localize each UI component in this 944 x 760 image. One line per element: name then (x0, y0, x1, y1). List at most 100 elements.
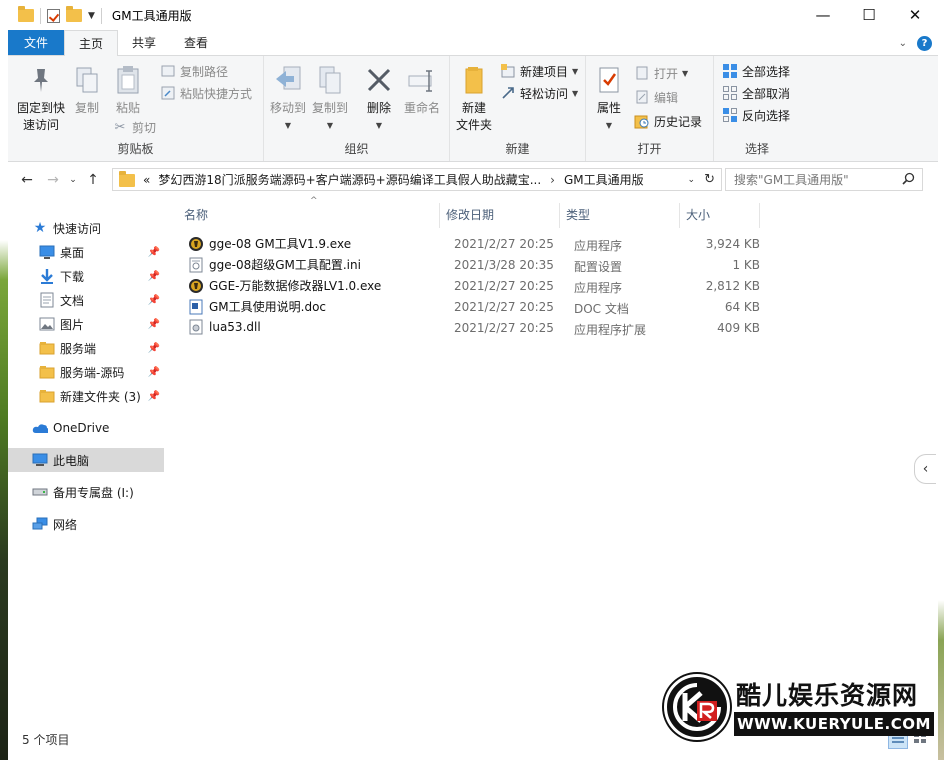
folder-icon (39, 340, 55, 356)
address-overflow[interactable]: « (143, 173, 150, 187)
forward-button[interactable]: → (40, 167, 66, 193)
desktop-icon (39, 244, 55, 260)
pin-icon[interactable]: 📌 (148, 367, 160, 378)
tab-view[interactable]: 查看 (170, 30, 222, 55)
address-dropdown-icon[interactable]: ⌄ (687, 175, 695, 185)
chevron-down-icon: ▼ (605, 121, 613, 130)
nav-this-pc[interactable]: 此电脑 (8, 448, 164, 472)
column-divider[interactable] (759, 203, 760, 228)
search-icon[interactable] (902, 172, 915, 188)
paste-shortcut-label: 粘贴快捷方式 (180, 86, 253, 101)
back-button[interactable]: ← (14, 167, 40, 193)
column-header-size[interactable]: 大小 (686, 203, 756, 225)
customize-toolbar-dropdown-icon[interactable]: ▼ (88, 11, 95, 21)
help-icon[interactable]: ? (917, 36, 932, 51)
edit-button[interactable]: 编辑 (634, 88, 678, 106)
table-row[interactable]: gge-08 GM工具V1.9.exe 2021/2/27 20:25 应用程序… (184, 234, 764, 255)
minimize-button[interactable]: — (800, 0, 846, 30)
cut-label: 剪切 (132, 120, 157, 135)
table-row[interactable]: gge-08超级GM工具配置.ini 2021/3/28 20:35 配置设置 … (184, 255, 764, 276)
rename-icon (406, 64, 438, 96)
file-size: 3,924 KB (705, 237, 760, 251)
address-bar[interactable]: « 梦幻西游18门派服务端源码+客户端源码+源码编译工具假人助战藏宝... › … (112, 168, 722, 191)
network-icon (32, 516, 48, 532)
nav-item-folder-server[interactable]: 服务端 📌 (8, 336, 164, 360)
nav-quick-access[interactable]: ★ 快速访问 (8, 216, 164, 240)
search-input[interactable]: 搜索"GM工具通用版" (725, 168, 923, 191)
pin-icon[interactable]: 📌 (148, 343, 160, 354)
history-button[interactable]: 历史记录 (634, 112, 702, 130)
main-area: ★ 快速访问 桌面 📌 下载 📌 文档 📌 图片 📌 服务端 📌 服务端-源码 … (8, 196, 938, 723)
pin-icon[interactable]: 📌 (148, 247, 160, 258)
nav-item-folder-server-source[interactable]: 服务端-源码 📌 (8, 360, 164, 384)
nav-network[interactable]: 网络 (8, 512, 164, 536)
column-divider[interactable] (559, 203, 560, 228)
breadcrumb-parent[interactable]: 梦幻西游18门派服务端源码+客户端源码+源码编译工具假人助战藏宝... (158, 171, 541, 188)
paste-shortcut-icon (160, 85, 176, 101)
invert-selection-button[interactable]: 反向选择 (722, 106, 790, 124)
up-button[interactable]: ↑ (80, 167, 106, 193)
tab-share[interactable]: 共享 (118, 30, 170, 55)
tab-file[interactable]: 文件 (8, 30, 65, 55)
nav-item-desktop[interactable]: 桌面 📌 (8, 240, 164, 264)
file-name: gge-08 GM工具V1.9.exe (209, 237, 352, 251)
table-row[interactable]: GM工具使用说明.doc 2021/2/27 20:25 DOC 文档 64 K… (184, 297, 764, 318)
delete-button[interactable]: 删除 ▼ (364, 64, 394, 134)
close-button[interactable]: ✕ (892, 0, 938, 30)
nav-item-downloads[interactable]: 下载 📌 (8, 264, 164, 288)
column-header-type[interactable]: 类型 (566, 203, 676, 225)
pin-icon[interactable]: 📌 (148, 271, 160, 282)
pin-icon[interactable]: 📌 (148, 391, 160, 402)
maximize-button[interactable]: ☐ (846, 0, 892, 30)
rename-button[interactable]: 重命名 (402, 64, 442, 117)
open-button[interactable]: 打开 ▼ (634, 64, 688, 82)
cloud-icon (32, 420, 48, 436)
paste-shortcut-button[interactable]: 粘贴快捷方式 (160, 84, 252, 102)
watermark-title: 酷儿娱乐资源网 (736, 681, 919, 710)
copy-button[interactable]: 复制 (72, 64, 102, 117)
new-item-button[interactable]: 新建项目 ▼ (500, 62, 578, 80)
column-header-date[interactable]: 修改日期 (446, 203, 556, 225)
ribbon-tabs: 文件 主页 共享 查看 ⌄ ? (8, 30, 938, 56)
nav-onedrive[interactable]: OneDrive (8, 416, 164, 440)
nav-item-documents[interactable]: 文档 📌 (8, 288, 164, 312)
new-folder-quick-icon[interactable] (66, 6, 82, 22)
table-row[interactable]: GGE-万能数据修改器LV1.0.exe 2021/2/27 20:25 应用程… (184, 276, 764, 297)
paste-button[interactable]: 粘贴 (112, 64, 144, 117)
copy-icon (71, 64, 103, 96)
scissors-icon: ✂ (114, 119, 126, 135)
column-divider[interactable] (439, 203, 440, 228)
nav-item-pictures[interactable]: 图片 📌 (8, 312, 164, 336)
move-to-button[interactable]: 移动到 ▼ (270, 64, 306, 134)
pin-to-quick-access-button[interactable]: 固定到快 速访问 (12, 64, 70, 134)
copy-to-label: 复制到 (312, 101, 349, 115)
nav-onedrive-label: OneDrive (53, 421, 110, 435)
breadcrumb-current[interactable]: GM工具通用版 (564, 171, 644, 188)
preview-pane-toggle[interactable]: ‹ (914, 454, 936, 484)
column-header-name[interactable]: 名称 (184, 203, 434, 225)
column-divider[interactable] (679, 203, 680, 228)
table-row[interactable]: lua53.dll 2021/2/27 20:25 应用程序扩展 409 KB (184, 318, 764, 339)
select-none-button[interactable]: 全部取消 (722, 84, 790, 102)
tab-home[interactable]: 主页 (64, 30, 119, 56)
pin-icon[interactable]: 📌 (148, 319, 160, 330)
nav-drive-i[interactable]: 备用专属盘 (I:) (8, 480, 164, 504)
file-list: ^ 名称 修改日期 类型 大小 gge-08 GM工具V1.9.exe 2021… (174, 196, 938, 723)
select-none-label: 全部取消 (742, 86, 791, 101)
cut-button[interactable]: ✂ 剪切 (112, 118, 156, 136)
folder-icon (18, 6, 34, 22)
nav-item-folder-new-3[interactable]: 新建文件夹 (3) 📌 (8, 384, 164, 408)
new-folder-button[interactable]: 新建 文件夹 (454, 64, 494, 134)
easy-access-button[interactable]: 轻松访问 ▼ (500, 84, 578, 102)
recent-locations-button[interactable]: ⌄ (66, 167, 80, 193)
file-size: 409 KB (717, 321, 760, 335)
search-placeholder: 搜索"GM工具通用版" (734, 173, 849, 187)
properties-button[interactable]: 属性 ▼ (592, 64, 626, 134)
copy-path-button[interactable]: 复制路径 (160, 62, 228, 80)
select-all-button[interactable]: 全部选择 (722, 62, 790, 80)
chevron-down-icon[interactable]: ⌄ (899, 38, 907, 49)
properties-quick-icon[interactable] (47, 8, 60, 23)
copy-to-button[interactable]: 复制到 ▼ (312, 64, 348, 134)
refresh-icon[interactable]: ↻ (704, 172, 715, 187)
pin-icon[interactable]: 📌 (148, 295, 160, 306)
